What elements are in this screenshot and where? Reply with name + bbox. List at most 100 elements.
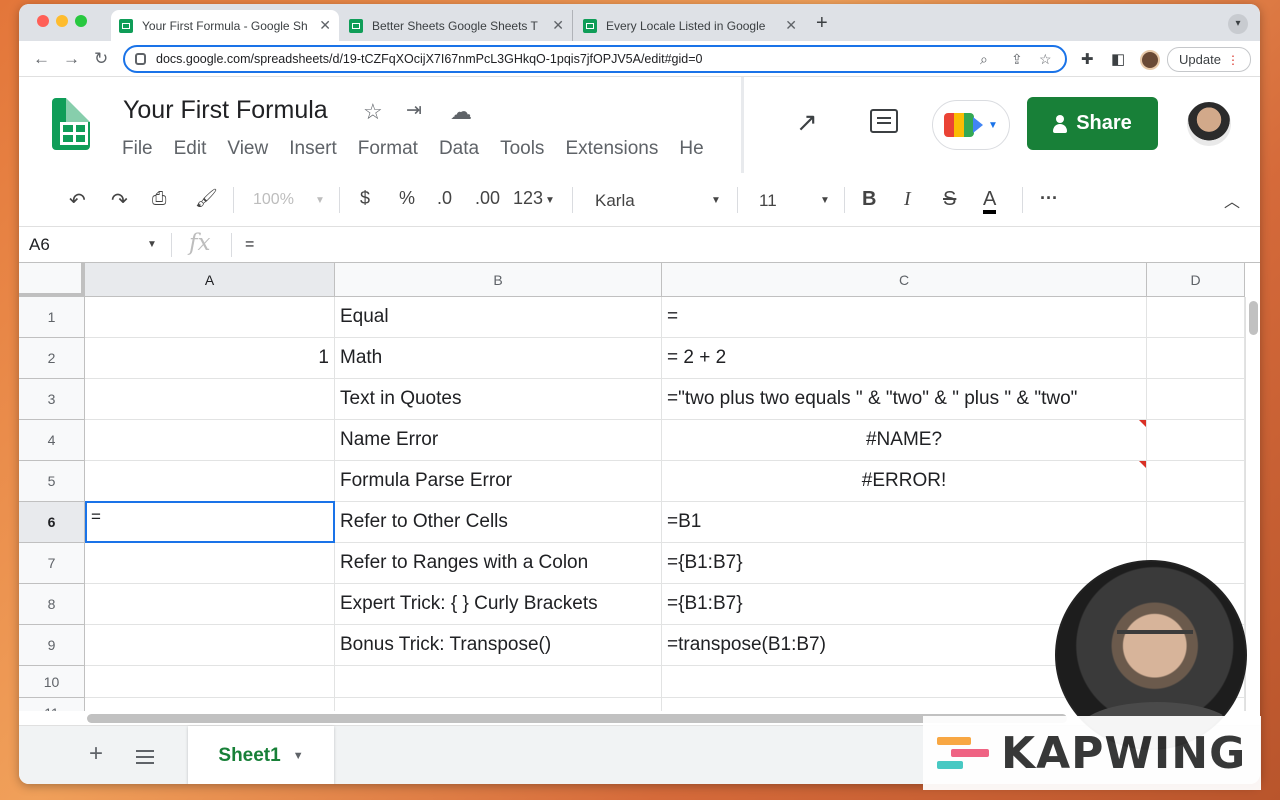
menu-edit[interactable]: Edit xyxy=(174,138,207,160)
sheets-logo-icon[interactable] xyxy=(52,98,90,150)
comments-icon[interactable] xyxy=(870,109,898,133)
cell-c7[interactable]: ={B1:B7} xyxy=(662,543,1147,584)
activity-trend-icon[interactable]: ↗ xyxy=(796,107,818,138)
cell-b11[interactable] xyxy=(335,698,662,711)
redo-icon[interactable]: ↷ xyxy=(111,188,128,213)
menu-data[interactable]: Data xyxy=(439,138,479,160)
row-header-11[interactable]: 11 xyxy=(19,698,85,711)
url-field[interactable]: docs.google.com/spreadsheets/d/19-tCZFqX… xyxy=(123,45,1067,73)
strikethrough-button[interactable]: S xyxy=(943,188,956,211)
update-button[interactable]: Update ⋮ xyxy=(1167,47,1251,72)
vertical-scroll-thumb[interactable] xyxy=(1249,301,1258,335)
paint-format-icon[interactable]: 🖌 xyxy=(195,188,218,209)
cell-b8[interactable]: Expert Trick: { } Curly Brackets xyxy=(335,584,662,625)
cell-c2[interactable]: = 2 + 2 xyxy=(662,338,1147,379)
cell-c5[interactable]: #ERROR! xyxy=(662,461,1147,502)
cell-a5[interactable] xyxy=(85,461,335,502)
row-header-1[interactable]: 1 xyxy=(19,297,85,338)
cell-b4[interactable]: Name Error xyxy=(335,420,662,461)
cell-d1[interactable] xyxy=(1147,297,1245,338)
browser-tab-3[interactable]: Every Locale Listed in Google ✕ xyxy=(575,10,805,41)
name-box[interactable]: A6 xyxy=(29,235,50,255)
cell-d5[interactable] xyxy=(1147,461,1245,502)
cell-a2[interactable]: 1 xyxy=(85,338,335,379)
cell-b7[interactable]: Refer to Ranges with a Colon xyxy=(335,543,662,584)
close-tab-icon[interactable]: ✕ xyxy=(319,17,331,34)
cell-b10[interactable] xyxy=(335,666,662,698)
cell-d6[interactable] xyxy=(1147,502,1245,543)
menu-tools[interactable]: Tools xyxy=(500,138,544,160)
active-cell-editor[interactable]: = xyxy=(85,501,335,543)
row-header-5[interactable]: 5 xyxy=(19,461,85,502)
tab-search-icon[interactable]: ▾ xyxy=(1228,14,1248,34)
minimize-window-button[interactable] xyxy=(56,15,68,27)
menu-file[interactable]: File xyxy=(122,138,153,160)
decrease-decimal-button[interactable]: .0 xyxy=(437,188,452,209)
cell-a1[interactable] xyxy=(85,297,335,338)
browser-tab-1[interactable]: Your First Formula - Google Sh ✕ xyxy=(111,10,339,41)
row-header-7[interactable]: 7 xyxy=(19,543,85,584)
cloud-status-icon[interactable]: ☁ xyxy=(450,99,472,125)
collapse-toolbar-icon[interactable]: ︿ xyxy=(1224,188,1240,212)
cell-c6[interactable]: =B1 xyxy=(662,502,1147,543)
cell-a3[interactable] xyxy=(85,379,335,420)
close-tab-icon[interactable]: ✕ xyxy=(785,17,797,34)
row-header-2[interactable]: 2 xyxy=(19,338,85,379)
cell-b9[interactable]: Bonus Trick: Transpose() xyxy=(335,625,662,666)
profile-avatar[interactable] xyxy=(1140,50,1160,70)
maximize-window-button[interactable] xyxy=(75,15,87,27)
row-header-3[interactable]: 3 xyxy=(19,379,85,420)
cell-b3[interactable]: Text in Quotes xyxy=(335,379,662,420)
cell-a4[interactable] xyxy=(85,420,335,461)
row-header-4[interactable]: 4 xyxy=(19,420,85,461)
account-avatar[interactable] xyxy=(1187,102,1231,146)
bookmark-star-icon[interactable]: ☆ xyxy=(1039,51,1052,68)
cell-a10[interactable] xyxy=(85,666,335,698)
column-header-b[interactable]: B xyxy=(335,263,662,297)
more-tools-button[interactable]: ··· xyxy=(1040,188,1058,209)
all-sheets-icon[interactable] xyxy=(136,750,154,764)
reload-icon[interactable]: ↻ xyxy=(94,49,108,69)
cell-a9[interactable] xyxy=(85,625,335,666)
share-page-icon[interactable]: ⇪ xyxy=(1011,51,1023,68)
close-window-button[interactable] xyxy=(37,15,49,27)
cell-c1[interactable]: = xyxy=(662,297,1147,338)
column-header-c[interactable]: C xyxy=(662,263,1147,297)
extensions-icon[interactable]: ✚ xyxy=(1081,50,1094,68)
text-color-button[interactable]: A xyxy=(983,188,997,214)
cell-a7[interactable] xyxy=(85,543,335,584)
back-icon[interactable]: ← xyxy=(33,49,50,69)
cell-d4[interactable] xyxy=(1147,420,1245,461)
meet-button[interactable]: ▼ xyxy=(932,100,1010,150)
add-sheet-button[interactable]: + xyxy=(89,740,103,768)
cell-d3[interactable] xyxy=(1147,379,1245,420)
browser-tab-2[interactable]: Better Sheets Google Sheets T ✕ xyxy=(341,10,573,41)
undo-icon[interactable]: ↶ xyxy=(69,188,86,213)
percent-format-button[interactable]: % xyxy=(399,188,415,209)
row-header-6[interactable]: 6 xyxy=(19,502,85,543)
formula-input[interactable]: = xyxy=(245,236,254,254)
cell-b5[interactable]: Formula Parse Error xyxy=(335,461,662,502)
cell-a8[interactable] xyxy=(85,584,335,625)
row-header-8[interactable]: 8 xyxy=(19,584,85,625)
zoom-icon[interactable]: ⌕ xyxy=(980,51,988,68)
menu-extensions[interactable]: Extensions xyxy=(565,138,658,160)
menu-help[interactable]: He xyxy=(679,138,703,160)
cell-d2[interactable] xyxy=(1147,338,1245,379)
new-tab-button[interactable]: + xyxy=(816,12,828,35)
row-header-10[interactable]: 10 xyxy=(19,666,85,698)
doc-title[interactable]: Your First Formula xyxy=(123,96,328,125)
menu-insert[interactable]: Insert xyxy=(289,138,337,160)
bold-button[interactable]: B xyxy=(862,188,876,211)
horizontal-scroll-thumb[interactable] xyxy=(87,714,1067,723)
forward-icon[interactable]: → xyxy=(63,49,80,69)
menu-format[interactable]: Format xyxy=(358,138,418,160)
more-formats-button[interactable]: 123 xyxy=(513,188,543,209)
cell-b1[interactable]: Equal xyxy=(335,297,662,338)
cell-b6[interactable]: Refer to Other Cells xyxy=(335,502,662,543)
cell-c4[interactable]: #NAME? xyxy=(662,420,1147,461)
share-button[interactable]: Share xyxy=(1027,97,1158,150)
side-panel-icon[interactable]: ◧ xyxy=(1111,50,1125,68)
star-icon[interactable]: ☆ xyxy=(363,99,383,125)
column-header-d[interactable]: D xyxy=(1147,263,1245,297)
